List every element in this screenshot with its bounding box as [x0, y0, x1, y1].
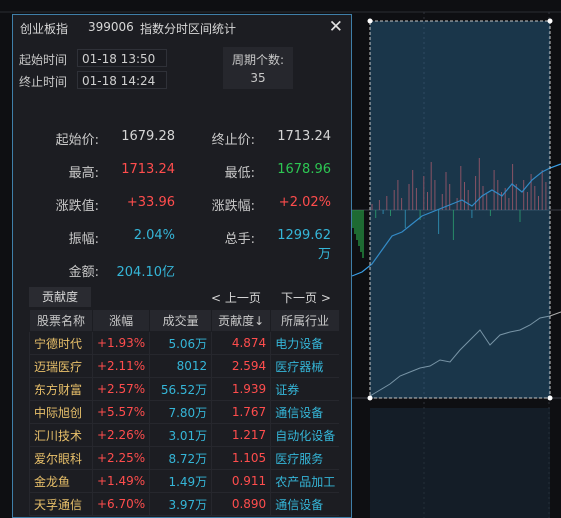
- stock-name[interactable]: 东方财富: [29, 377, 93, 401]
- amount-label: 金额:: [68, 265, 99, 280]
- stock-volume: 56.52万: [149, 377, 212, 401]
- end-time-field[interactable]: 01-18 14:24: [77, 71, 167, 89]
- contribution-toolbar: 贡献度 < 上一页 下一页 >: [29, 287, 339, 307]
- stock-volume: 5.06万: [149, 331, 212, 355]
- stock-contribution: 1.105: [211, 446, 271, 470]
- amplitude-value: 2.04%: [133, 228, 175, 243]
- end-time-label: 终止时间: [19, 75, 68, 89]
- stock-name[interactable]: 迈瑞医疗: [29, 354, 93, 378]
- table-row[interactable]: 宁德时代 +1.93% 5.06万 4.874 电力设备: [29, 331, 340, 355]
- stock-contribution: 4.874: [211, 331, 271, 355]
- col-header-industry[interactable]: 所属行业: [270, 309, 340, 332]
- stock-contribution: 2.594: [211, 354, 271, 378]
- table-header-row: 股票名称 涨幅 成交量 贡献度↓ 所属行业: [29, 309, 340, 332]
- interval-stats-dialog: 创业板指 399006 指数分时区间统计 ✕ 起始时间 01-18 13:50 …: [12, 14, 352, 518]
- start-time-field[interactable]: 01-18 13:50: [77, 49, 167, 67]
- col-header-stock-name[interactable]: 股票名称: [29, 309, 93, 332]
- selection-handle-top-left[interactable]: [367, 18, 373, 24]
- stock-industry[interactable]: 通信设备: [270, 400, 340, 424]
- stock-volume: 1.49万: [149, 469, 212, 493]
- contribution-table: 股票名称 涨幅 成交量 贡献度↓ 所属行业 宁德时代 +1.93% 5.06万 …: [29, 309, 340, 516]
- amplitude-label: 振幅:: [68, 232, 99, 247]
- total-volume-label: 总手:: [224, 232, 255, 247]
- change-pct-label: 涨跌幅:: [211, 199, 255, 214]
- stock-name[interactable]: 宁德时代: [29, 331, 93, 355]
- open-price-label: 起始价:: [55, 133, 99, 148]
- stock-change-pct: +2.11%: [91, 354, 150, 378]
- period-count-box: 周期个数: 35: [223, 47, 293, 89]
- index-code: 399006: [88, 20, 134, 34]
- dialog-title: 指数分时区间统计: [140, 22, 237, 36]
- dialog-header: 创业板指 399006 指数分时区间统计 ✕: [13, 15, 351, 41]
- stock-volume: 3.01万: [149, 423, 212, 447]
- low-value: 1678.96: [277, 162, 331, 177]
- open-price-value: 1679.28: [121, 129, 175, 144]
- selection-handle-bottom-left[interactable]: [367, 395, 373, 401]
- period-count-value: 35: [250, 71, 266, 85]
- selection-range[interactable]: [369, 20, 551, 399]
- stock-name[interactable]: 金龙鱼: [29, 469, 93, 493]
- stock-name[interactable]: 汇川技术: [29, 423, 93, 447]
- stock-change-pct: +1.49%: [91, 469, 150, 493]
- low-label: 最低:: [224, 166, 255, 181]
- stock-contribution: 0.890: [211, 492, 271, 516]
- stock-industry[interactable]: 证券: [270, 377, 340, 401]
- change-value: +33.96: [126, 195, 175, 210]
- stock-change-pct: +6.70%: [91, 492, 150, 516]
- period-count-label: 周期个数:: [231, 53, 285, 67]
- stock-contribution: 1.767: [211, 400, 271, 424]
- table-row[interactable]: 金龙鱼 +1.49% 1.49万 0.911 农产品加工: [29, 469, 340, 493]
- next-page-button[interactable]: 下一页 >: [281, 289, 331, 306]
- table-row[interactable]: 中际旭创 +5.57% 7.80万 1.767 通信设备: [29, 400, 340, 424]
- table-row[interactable]: 汇川技术 +2.26% 3.01万 1.217 自动化设备: [29, 423, 340, 447]
- close-price-value: 1713.24: [277, 129, 331, 144]
- high-value: 1713.24: [121, 162, 175, 177]
- stock-change-pct: +2.26%: [91, 423, 150, 447]
- stock-industry[interactable]: 医疗器械: [270, 354, 340, 378]
- chart-lower-band: [370, 408, 550, 518]
- col-header-contribution[interactable]: 贡献度↓: [211, 309, 272, 332]
- stock-name[interactable]: 中际旭创: [29, 400, 93, 424]
- high-label: 最高:: [68, 166, 99, 181]
- col-header-change-pct[interactable]: 涨幅: [91, 309, 151, 332]
- stock-change-pct: +2.25%: [91, 446, 150, 470]
- table-row[interactable]: 爱尔眼科 +2.25% 8.72万 1.105 医疗服务: [29, 446, 340, 470]
- stock-industry[interactable]: 通信设备: [270, 492, 340, 516]
- stock-name[interactable]: 天孚通信: [29, 492, 93, 516]
- tab-contribution[interactable]: 贡献度: [29, 287, 91, 307]
- prev-page-button[interactable]: < 上一页: [211, 289, 261, 306]
- stock-contribution: 1.939: [211, 377, 271, 401]
- stock-name[interactable]: 爱尔眼科: [29, 446, 93, 470]
- col-header-volume[interactable]: 成交量: [149, 309, 213, 332]
- change-pct-value: +2.02%: [278, 195, 331, 210]
- stock-volume: 8.72万: [149, 446, 212, 470]
- close-icon[interactable]: ✕: [329, 17, 343, 37]
- stock-change-pct: +1.93%: [91, 331, 150, 355]
- selection-handle-top-right[interactable]: [547, 18, 553, 24]
- stock-change-pct: +5.57%: [91, 400, 150, 424]
- total-volume-value: 1299.62万: [277, 228, 331, 262]
- table-row[interactable]: 迈瑞医疗 +2.11% 8012 2.594 医疗器械: [29, 354, 340, 378]
- start-time-label: 起始时间: [19, 53, 68, 67]
- selection-handle-bottom-right[interactable]: [547, 395, 553, 401]
- stock-contribution: 0.911: [211, 469, 271, 493]
- stock-volume: 3.97万: [149, 492, 212, 516]
- change-label: 涨跌值:: [55, 199, 99, 214]
- amount-value: 204.10亿: [116, 265, 176, 280]
- stock-change-pct: +2.57%: [91, 377, 150, 401]
- close-price-label: 终止价:: [211, 133, 255, 148]
- stock-industry[interactable]: 电力设备: [270, 331, 340, 355]
- table-row[interactable]: 东方财富 +2.57% 56.52万 1.939 证券: [29, 377, 340, 401]
- index-name: 创业板指: [20, 22, 69, 36]
- stock-volume: 8012: [149, 354, 212, 378]
- table-row[interactable]: 天孚通信 +6.70% 3.97万 0.890 通信设备: [29, 492, 340, 516]
- stock-volume: 7.80万: [149, 400, 212, 424]
- stock-industry[interactable]: 自动化设备: [270, 423, 340, 447]
- stock-industry[interactable]: 农产品加工: [270, 469, 340, 493]
- stock-industry[interactable]: 医疗服务: [270, 446, 340, 470]
- stock-contribution: 1.217: [211, 423, 271, 447]
